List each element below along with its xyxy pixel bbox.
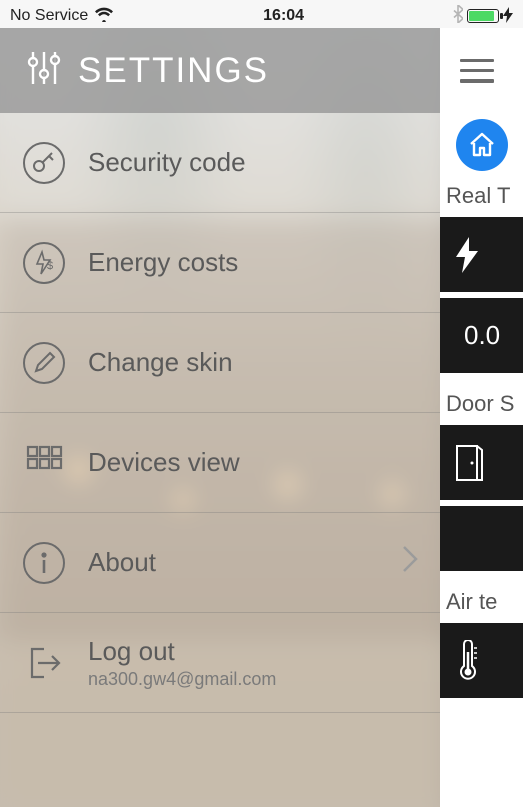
brush-icon (22, 341, 66, 385)
menu-item-security-code[interactable]: Security code (0, 113, 440, 213)
menu-label: Log out (88, 636, 418, 667)
settings-title: SETTINGS (78, 51, 269, 91)
tile-power-value[interactable]: 0.0 (440, 298, 523, 373)
menu-item-energy-costs[interactable]: $ Energy costs (0, 213, 440, 313)
section-label-air: Air te (440, 577, 523, 623)
chevron-right-icon (402, 545, 418, 581)
menu-item-devices-view[interactable]: Devices view (0, 413, 440, 513)
logout-icon (22, 641, 66, 685)
menu-item-change-skin[interactable]: Change skin (0, 313, 440, 413)
info-icon (22, 541, 66, 585)
tile-door[interactable] (440, 425, 523, 500)
door-icon (454, 444, 484, 482)
wifi-icon (94, 6, 114, 27)
menu-label: Change skin (88, 347, 418, 378)
carrier-label: No Service (10, 7, 88, 25)
section-label-door: Door S (440, 379, 523, 425)
hamburger-icon[interactable] (460, 59, 494, 83)
tile-door-value[interactable] (440, 506, 523, 571)
main-content-peek[interactable]: Real T 0.0 Door S Air te (440, 28, 523, 807)
tile-power[interactable] (440, 217, 523, 292)
clock: 16:04 (263, 7, 304, 25)
tile-temperature[interactable] (440, 623, 523, 698)
bluetooth-icon (453, 5, 463, 28)
settings-menu: Security code $ Energy costs (0, 113, 440, 713)
home-button[interactable] (456, 119, 508, 171)
menu-label: About (88, 547, 380, 578)
menu-item-about[interactable]: About (0, 513, 440, 613)
settings-header: SETTINGS (0, 28, 440, 113)
battery-icon (467, 9, 499, 23)
charging-icon (503, 7, 513, 26)
main-header (440, 28, 523, 113)
energy-cost-icon: $ (22, 241, 66, 285)
menu-label: Energy costs (88, 247, 418, 278)
sliders-icon (24, 48, 64, 93)
settings-drawer: SETTINGS Security code (0, 28, 440, 807)
home-icon (467, 130, 497, 160)
grid-icon (22, 441, 66, 485)
lightning-icon (454, 237, 480, 273)
svg-text:$: $ (47, 260, 53, 272)
menu-label: Security code (88, 147, 418, 178)
menu-item-logout[interactable]: Log out na300.gw4@gmail.com (0, 613, 440, 713)
screen: No Service 16:04 (0, 0, 523, 807)
account-email: na300.gw4@gmail.com (88, 669, 418, 690)
thermometer-icon (454, 640, 480, 682)
key-icon (22, 141, 66, 185)
status-bar: No Service 16:04 (0, 0, 523, 28)
menu-label: Devices view (88, 447, 418, 478)
power-value: 0.0 (454, 320, 500, 351)
section-label-realtime: Real T (440, 171, 523, 217)
